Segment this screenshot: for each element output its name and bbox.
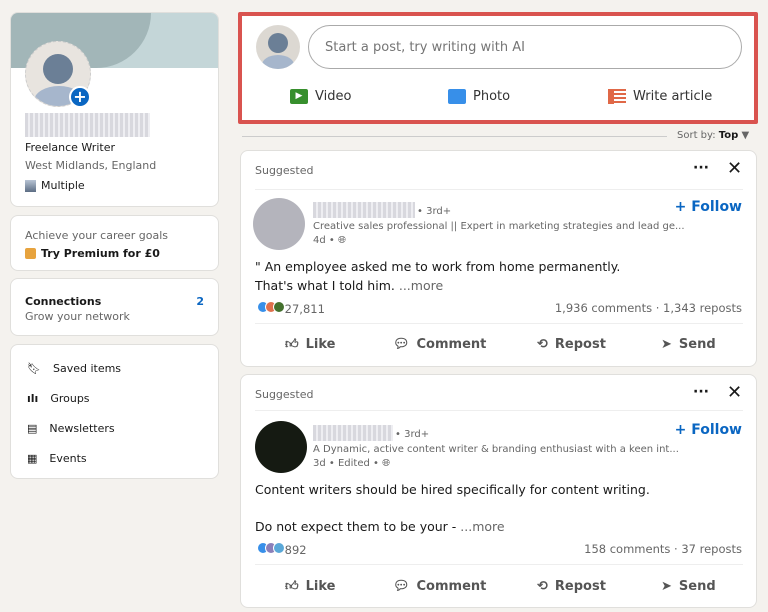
profile-name-redacted [25,113,150,137]
thumbs-up-icon: 👍︎ [285,579,299,594]
newsletter-icon: ▤ [27,421,38,435]
author-headline: Creative sales professional || Expert in… [313,221,685,232]
like-button[interactable]: 👍︎ Like [285,337,335,352]
profile-card: + Freelance Writer West Midlands, Englan… [10,12,219,207]
suggested-label: Suggested [255,388,314,401]
comment-icon: 💬︎ [393,337,410,352]
send-icon: ➤ [661,337,672,352]
thumbs-up-icon: 👍︎ [285,337,299,352]
send-button[interactable]: ➤ Send [661,579,716,594]
author-avatar[interactable] [255,421,307,473]
video-button[interactable]: ▶ Video [290,89,351,104]
calendar-icon: ▦ [27,451,38,465]
premium-cta[interactable]: Try Premium for £0 [25,247,160,260]
premium-prompt: Achieve your career goals [25,229,169,242]
nav-saved-items[interactable]: 🔖︎ Saved items [11,353,218,383]
author-headline: A Dynamic, active content writer & brand… [313,444,679,455]
nav-events[interactable]: ▦ Events [11,443,218,473]
post-text: Content writers should be hired specific… [255,482,650,534]
premium-icon [25,248,36,259]
close-icon[interactable]: ✕ [727,382,742,403]
see-more-link[interactable]: ...more [399,278,443,293]
post-text: " An employee asked me to work from home… [255,259,621,293]
reaction-icons [257,542,285,557]
profile-location: West Midlands, England [25,159,157,172]
globe-icon: 🌐︎ [382,458,391,469]
repost-icon: ⟲ [537,579,548,594]
connection-degree: • 3rd+ [395,429,430,440]
send-icon: ➤ [661,579,672,594]
photo-icon [448,89,466,104]
sort-dropdown[interactable]: Sort by: Top ▼ [677,130,749,141]
see-more-link[interactable]: ...more [460,519,504,534]
profile-org[interactable]: Multiple [25,179,85,192]
repost-button[interactable]: ⟲ Repost [537,337,606,352]
more-options-icon[interactable]: ··· [693,160,709,176]
post-card: Suggested ··· ✕ • 3rd+ Creative sales pr… [240,150,757,367]
author-name-redacted[interactable] [313,202,415,218]
author-avatar[interactable] [253,198,305,250]
add-photo-icon[interactable]: + [69,86,91,108]
video-icon: ▶ [290,89,308,104]
bookmark-icon: 🔖︎ [27,361,41,375]
share-box: ▶Video Photo Write article [238,12,758,124]
like-button[interactable]: 👍︎ Like [285,579,335,594]
premium-card[interactable]: Achieve your career goals Try Premium fo… [10,215,219,271]
nav-newsletters[interactable]: ▤ Newsletters [11,413,218,443]
connections-label: Connections [25,295,102,308]
follow-button[interactable]: + Follow [675,199,742,215]
repost-icon: ⟲ [537,337,548,352]
reaction-count[interactable]: 27,811 [257,301,325,316]
article-icon [608,89,626,104]
photo-button[interactable]: Photo [448,89,510,104]
reaction-count[interactable]: 892 [257,542,307,557]
connections-sub: Grow your network [25,310,130,323]
more-options-icon[interactable]: ··· [693,384,709,400]
comment-button[interactable]: 💬︎ Comment [393,337,486,352]
author-name-redacted[interactable] [313,425,393,441]
post-card: Suggested ··· ✕ • 3rd+ A Dynamic, active… [240,374,757,608]
profile-title: Freelance Writer [25,141,115,154]
comment-button[interactable]: 💬︎ Comment [393,579,486,594]
company-icon [25,179,36,192]
post-stats[interactable]: 158 comments · 37 reposts [584,542,742,556]
groups-icon: ılı [27,391,39,405]
share-avatar [256,25,300,69]
nav-groups[interactable]: ılı Groups [11,383,218,413]
start-post-input[interactable] [308,25,742,69]
post-meta: 4d • 🌐︎ [313,235,346,246]
write-article-button[interactable]: Write article [608,89,712,104]
connections-count: 2 [196,295,204,308]
post-stats[interactable]: 1,936 comments · 1,343 reposts [555,301,742,315]
sort-divider [242,136,667,137]
suggested-label: Suggested [255,164,314,177]
caret-down-icon: ▼ [741,130,750,141]
close-icon[interactable]: ✕ [727,158,742,179]
send-button[interactable]: ➤ Send [661,337,716,352]
connections-card[interactable]: Connections Grow your network 2 [10,278,219,336]
reaction-icons [257,301,285,316]
post-meta: 3d • Edited • 🌐︎ [313,458,391,469]
connection-degree: • 3rd+ [417,206,452,217]
follow-button[interactable]: + Follow [675,422,742,438]
shortcuts-card: 🔖︎ Saved items ılı Groups ▤ Newsletters ▦ Ev… [10,344,219,479]
globe-icon: 🌐︎ [337,235,346,246]
repost-button[interactable]: ⟲ Repost [537,579,606,594]
comment-icon: 💬︎ [393,579,410,594]
